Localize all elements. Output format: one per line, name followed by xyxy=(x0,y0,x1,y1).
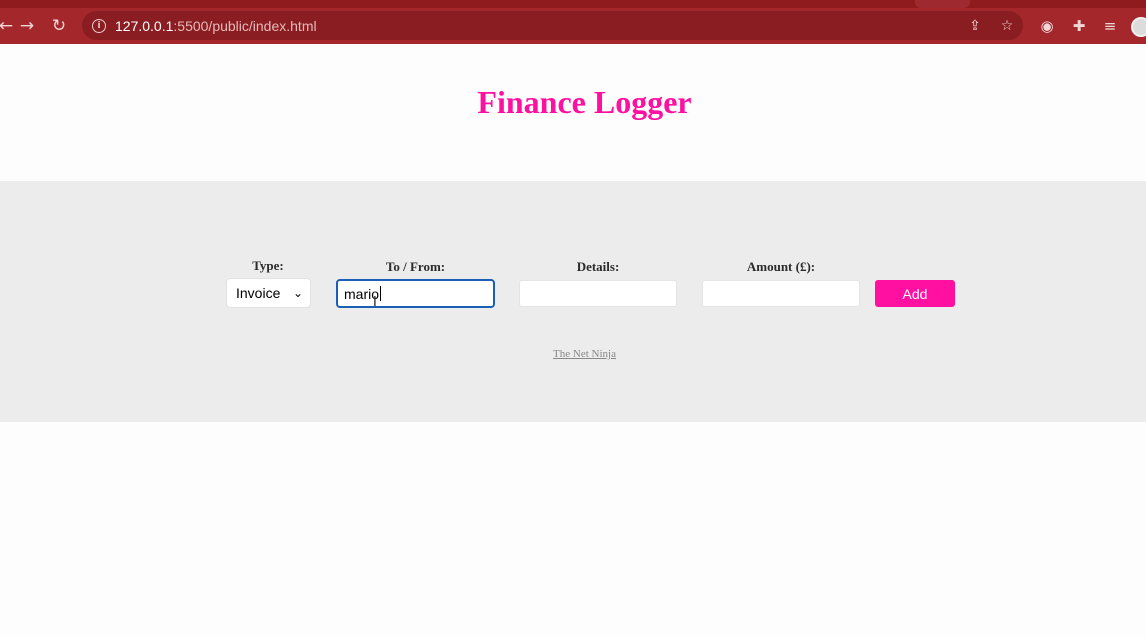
url-path: :5500/public/index.html xyxy=(173,17,317,34)
tofrom-input[interactable]: mario xyxy=(336,279,495,308)
type-selected-value: Invoice xyxy=(236,285,281,301)
type-label: Type: xyxy=(252,258,284,273)
footer-link[interactable]: The Net Ninja xyxy=(0,348,1146,360)
share-icon[interactable]: ⇪ xyxy=(959,18,991,34)
media-queue-icon[interactable]: ≡ xyxy=(1095,8,1125,44)
incognito-extension-icon[interactable]: ◉ xyxy=(1032,8,1062,44)
chevron-down-icon: ⌄ xyxy=(292,286,303,300)
type-select[interactable]: Invoice ⌄ xyxy=(226,278,311,308)
tofrom-label: To / From: xyxy=(385,259,446,274)
text-caret xyxy=(380,286,382,301)
add-button[interactable]: Add xyxy=(875,280,955,307)
amount-label: Amount (£): xyxy=(746,259,816,274)
profile-avatar[interactable] xyxy=(1131,17,1146,37)
amount-input[interactable] xyxy=(702,280,860,307)
text-cursor-icon: I xyxy=(373,295,377,310)
puzzle-extension-icon[interactable]: ✚ xyxy=(1064,8,1094,44)
browser-toolbar: ← → ↻ i 127.0.0.1:5500/public/index.html… xyxy=(0,8,1146,44)
page-title: Finance Logger xyxy=(477,84,692,120)
reload-icon[interactable]: ↻ xyxy=(45,8,73,44)
url-text[interactable]: 127.0.0.1:5500/public/index.html xyxy=(115,18,317,34)
info-icon[interactable]: i xyxy=(92,18,106,33)
active-tab[interactable] xyxy=(915,0,970,8)
forward-arrow-icon[interactable]: → xyxy=(13,8,41,44)
details-label: Details: xyxy=(576,259,620,274)
star-icon[interactable]: ☆ xyxy=(991,18,1023,34)
details-input[interactable] xyxy=(519,280,677,307)
url-host: 127.0.0.1 xyxy=(115,17,174,34)
tab-strip xyxy=(0,0,1146,8)
address-bar[interactable]: i 127.0.0.1:5500/public/index.html ⇪ ☆ xyxy=(82,11,1023,40)
